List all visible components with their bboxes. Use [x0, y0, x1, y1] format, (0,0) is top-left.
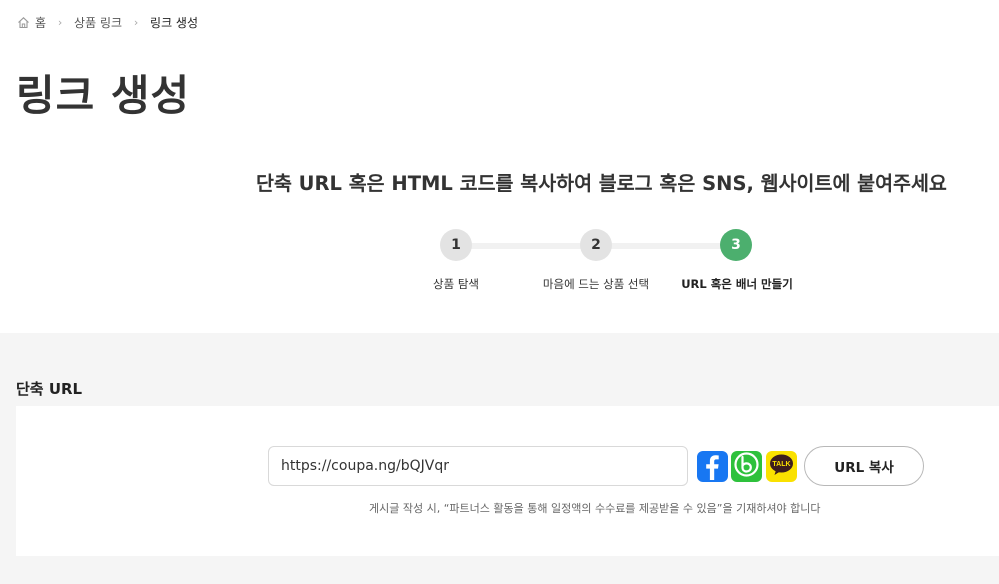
- breadcrumb-current: 링크 생성: [150, 15, 199, 30]
- chevron-right-icon: ›: [57, 15, 63, 29]
- chevron-right-icon: ›: [133, 15, 139, 29]
- copy-url-button[interactable]: URL 복사: [804, 446, 924, 486]
- home-icon[interactable]: [17, 16, 30, 29]
- short-url-input[interactable]: [268, 446, 688, 486]
- breadcrumb: 홈 › 상품 링크 › 링크 생성: [17, 14, 198, 30]
- step-3-label: URL 혹은 배너 만들기: [681, 277, 793, 291]
- share-facebook-button[interactable]: [697, 451, 728, 482]
- short-url-section-title: 단축 URL: [16, 380, 83, 398]
- band-icon: [731, 449, 762, 484]
- facebook-icon: [697, 449, 728, 484]
- instruction-text: 단축 URL 혹은 HTML 코드를 복사하여 블로그 혹은 SNS, 웹사이트…: [256, 172, 947, 195]
- step-1-circle: 1: [440, 229, 472, 261]
- breadcrumb-home[interactable]: 홈: [35, 14, 46, 31]
- kakaotalk-icon: TALK: [766, 449, 797, 484]
- kakaotalk-icon-text: TALK: [772, 461, 790, 468]
- page-title: 링크 생성: [16, 71, 191, 120]
- stepper: 1 2 3 상품 탐색 마음에 드는 상품 선택 URL 혹은 배너 만들기: [0, 228, 999, 308]
- disclosure-notice: 게시글 작성 시, “파트너스 활동을 통해 일정액의 수수료를 제공받을 수 …: [369, 502, 821, 515]
- step-2-circle: 2: [580, 229, 612, 261]
- share-kakaotalk-button[interactable]: TALK: [766, 451, 797, 482]
- step-1-label: 상품 탐색: [433, 277, 479, 291]
- step-2-label: 마음에 드는 상품 선택: [542, 277, 650, 291]
- step-3-circle: 3: [720, 229, 752, 261]
- breadcrumb-products-link[interactable]: 상품 링크: [74, 14, 122, 31]
- share-band-button[interactable]: [731, 451, 762, 482]
